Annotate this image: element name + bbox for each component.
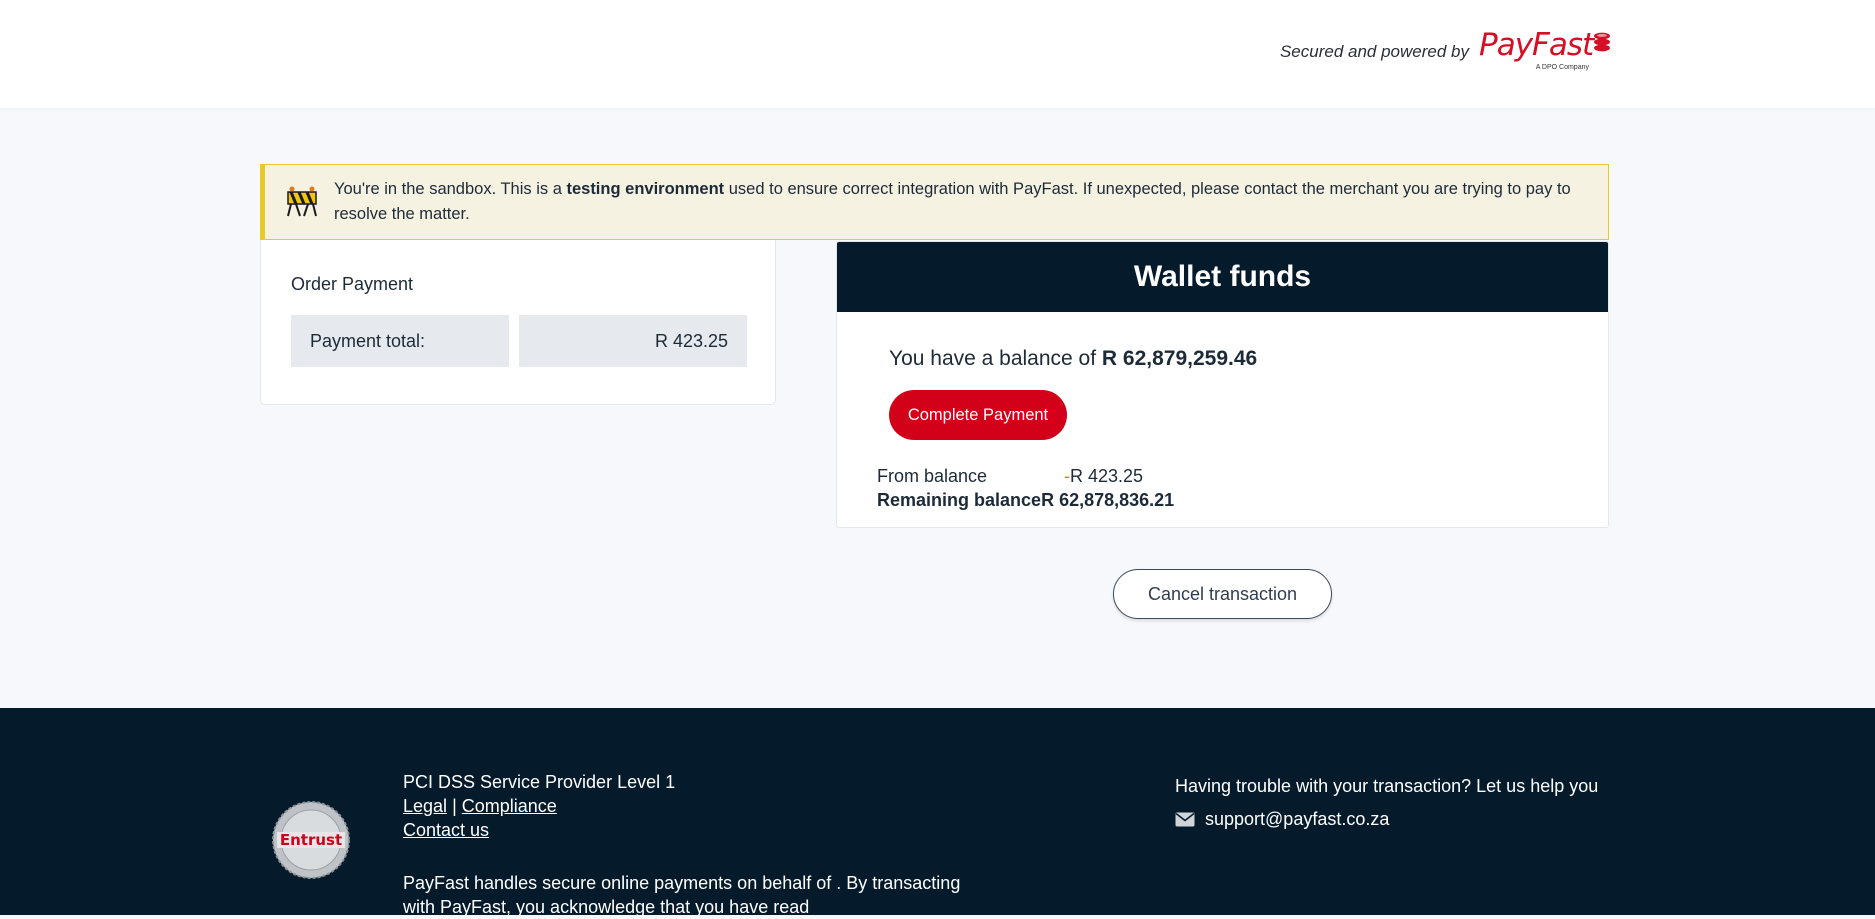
order-summary-card: Order Payment Payment total: R 423.25 — [260, 240, 776, 405]
from-balance-row: From balance -R 423.25 — [877, 466, 1143, 487]
payment-total-label: Payment total: — [291, 315, 509, 367]
support-email[interactable]: support@payfast.co.za — [1205, 809, 1389, 830]
seal-text: Entrust — [280, 831, 342, 849]
footer-paragraph: PayFast handles secure online payments o… — [403, 873, 961, 917]
secured-text: Secured and powered by — [1279, 42, 1469, 61]
payfast-logo[interactable]: PayFast A DPO Company — [1479, 30, 1611, 76]
sandbox-notice: You're in the sandbox. This is a testing… — [260, 164, 1609, 240]
sandbox-emphasis: testing environment — [566, 180, 725, 198]
legal-link[interactable]: Legal — [403, 796, 447, 816]
order-title: Order Payment — [291, 274, 414, 294]
envelope-icon — [1175, 812, 1195, 827]
legal-row: Legal | Compliance — [403, 794, 675, 818]
footer-links: PCI DSS Service Provider Level 1 Legal |… — [403, 770, 675, 842]
cancel-transaction-button[interactable]: Cancel transaction — [1113, 569, 1332, 619]
remaining-balance-label: Remaining balance — [877, 490, 1042, 510]
logo-subtitle: A DPO Company — [1535, 64, 1589, 71]
wallet-title: Wallet funds — [837, 242, 1608, 312]
support-email-row[interactable]: support@payfast.co.za — [1175, 809, 1389, 830]
coins-icon — [1594, 32, 1610, 52]
contact-link[interactable]: Contact us — [403, 820, 489, 840]
secured-by: Secured and powered by PayFast A DPO Com… — [1280, 30, 1611, 76]
balance-amount: R 62,879,259.46 — [1101, 347, 1258, 370]
remaining-balance-row: Remaining balanceR 62,878,836.21 — [877, 490, 1174, 511]
wallet-funds-card: Wallet funds You have a balance of R 62,… — [836, 241, 1609, 528]
entrust-seal-icon[interactable]: Entrust — [271, 800, 351, 880]
remaining-balance-value: R 62,878,836.21 — [1041, 490, 1175, 510]
sandbox-message: You're in the sandbox. This is a testing… — [334, 180, 1571, 223]
from-balance-value: R 423.25 — [1070, 466, 1144, 486]
from-balance-label: From balance — [877, 466, 988, 486]
balance-line: You have a balance of R 62,879,259.46 — [889, 347, 1258, 370]
help-text: Having trouble with your transaction? Le… — [1175, 776, 1599, 796]
payment-total-value: R 423.25 — [519, 315, 747, 367]
link-separator: | — [452, 796, 457, 816]
logo-word: PayFast — [1479, 27, 1594, 63]
construction-barrier-icon — [287, 186, 317, 217]
footer: Entrust PCI DSS Service Provider Level 1… — [0, 708, 1875, 917]
top-bar: Secured and powered by PayFast A DPO Com… — [0, 0, 1875, 108]
compliance-link[interactable]: Compliance — [462, 796, 557, 816]
pci-text: PCI DSS Service Provider Level 1 — [403, 772, 676, 792]
complete-payment-button[interactable]: Complete Payment — [889, 390, 1067, 440]
